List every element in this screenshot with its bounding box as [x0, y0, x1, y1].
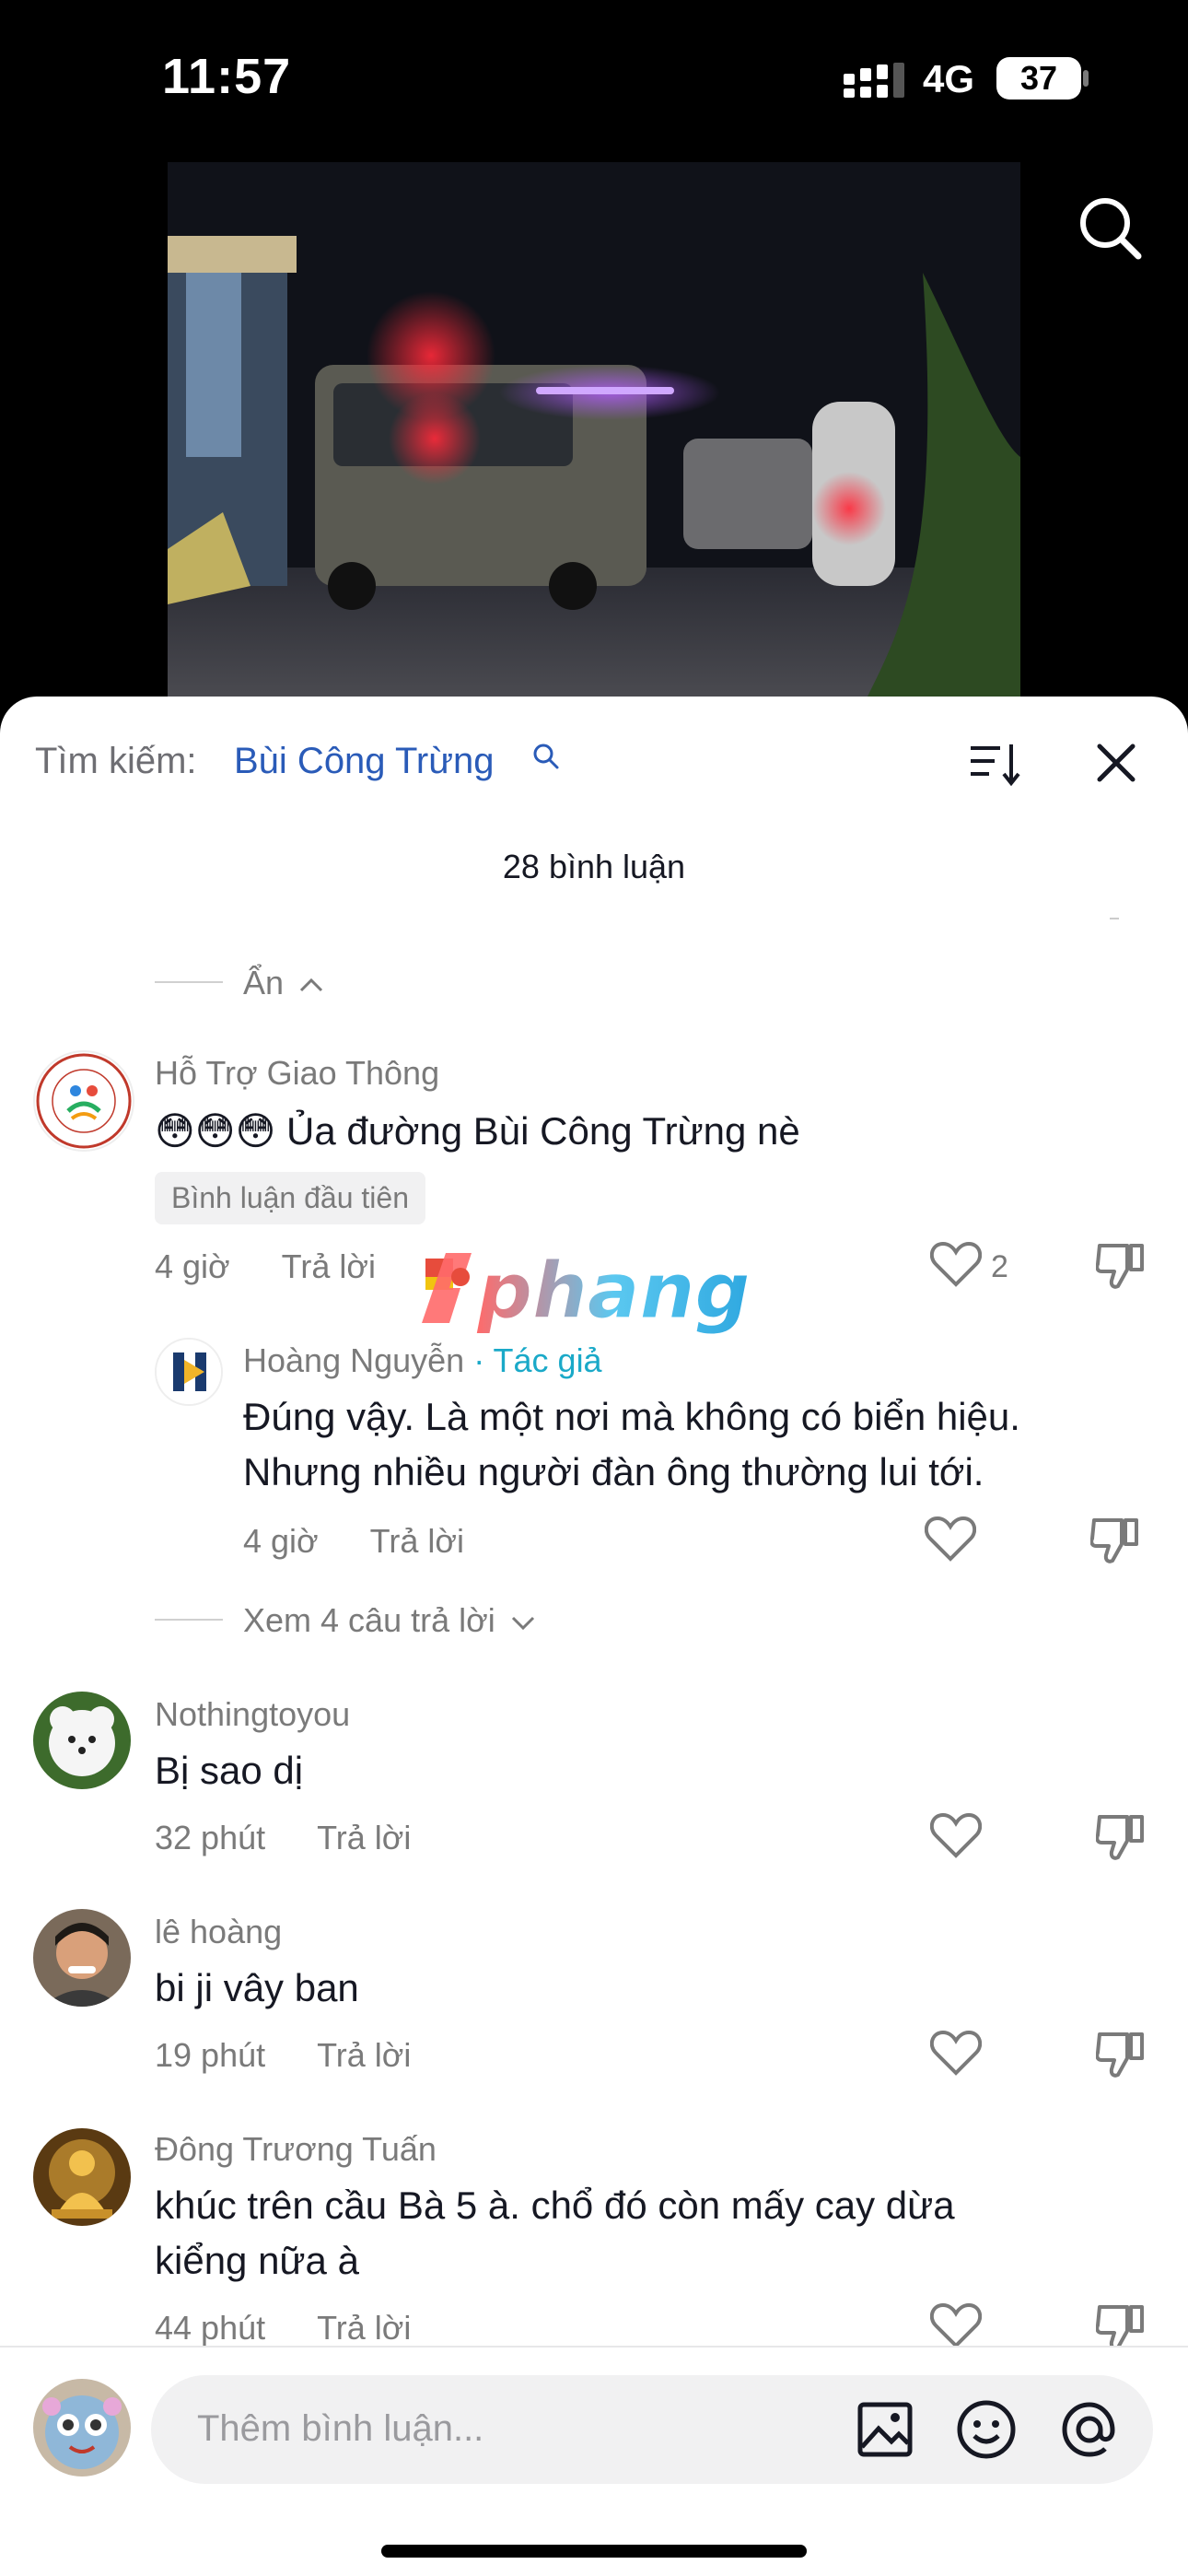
emoji-icon[interactable]	[956, 2399, 1017, 2460]
dislike-icon[interactable]	[1090, 1515, 1140, 1566]
heart-icon[interactable]	[925, 1515, 976, 1563]
dislike-icon[interactable]	[1096, 2029, 1146, 2080]
reply-button[interactable]: Trả lời	[370, 1522, 464, 1560]
comment-text-line-2: kiểng nữa à	[155, 2239, 359, 2282]
username[interactable]: Hỗ Trợ Giao Thông	[155, 1054, 439, 1093]
comment-input[interactable]: Thêm bình luận...	[151, 2375, 1153, 2484]
home-indicator[interactable]	[381, 2545, 807, 2558]
username[interactable]: Nothingtoyou	[155, 1695, 350, 1734]
comment-time: 19 phút	[155, 2036, 266, 2074]
watermark-text: phang	[476, 1246, 751, 1336]
avatar[interactable]	[33, 1692, 131, 1789]
divider	[1110, 918, 1119, 919]
search-icon[interactable]	[1077, 195, 1144, 262]
comments-sheet: Tìm kiếm: Bùi Công Trừng 28 bình luận Ẩn	[0, 697, 1188, 2576]
comment-meta: 4 giờ Trả lời	[243, 1522, 464, 1561]
mention-icon[interactable]	[1059, 2399, 1120, 2460]
dislike-icon[interactable]	[1096, 1240, 1146, 1292]
comment-time: 4 giờ	[243, 1522, 319, 1560]
search-term-link[interactable]: Bùi Công Trừng	[234, 741, 494, 782]
chevron-up-icon	[300, 978, 323, 992]
buddha-avatar-icon	[33, 2128, 131, 2226]
divider-line	[155, 981, 223, 983]
reply-button[interactable]: Trả lời	[317, 2036, 411, 2074]
avatar[interactable]	[33, 1050, 134, 1152]
image-icon[interactable]	[856, 2401, 914, 2458]
video-frame	[168, 162, 1020, 697]
view-replies-button[interactable]: Xem 4 câu trả lời	[243, 1601, 536, 1640]
dislike-icon[interactable]	[1096, 1811, 1146, 1863]
heart-icon[interactable]	[930, 2301, 982, 2349]
comment-meta: 32 phút Trả lời	[155, 1819, 411, 1857]
status-bar: 11:57 4G 37	[0, 0, 1188, 157]
view-replies-label: Xem 4 câu trả lời	[243, 1601, 495, 1639]
search-prefix: Tìm kiếm:	[35, 741, 197, 781]
battery-tip	[1083, 70, 1089, 87]
sort-icon[interactable]	[969, 741, 1020, 787]
search-mini-icon[interactable]	[532, 743, 560, 770]
battery-icon: 37	[996, 57, 1081, 100]
dog-avatar-icon	[33, 1692, 131, 1789]
my-avatar[interactable]	[33, 2379, 131, 2476]
hide-label: Ẩn	[243, 964, 285, 1001]
comment-text: 😳😳😳 Ủa đường Bùi Công Trừng nè	[155, 1109, 800, 1153]
comment-count: 28 bình luận	[502, 848, 686, 885]
author-avatar-icon	[157, 1340, 221, 1404]
chevron-down-icon	[511, 1617, 534, 1631]
username[interactable]: lê hoàng	[155, 1913, 282, 1951]
avatar[interactable]	[33, 1909, 131, 2007]
comment-text-line-1: khúc trên cầu Bà 5 à. chổ đó còn mấy cay…	[155, 2184, 955, 2227]
cellular-signal-icon	[844, 63, 904, 98]
network-type: 4G	[923, 57, 975, 100]
comment-input-bar: Thêm bình luận...	[0, 2346, 1188, 2576]
heart-icon[interactable]	[930, 1811, 982, 1859]
comment-text-line-2: Nhưng nhiều người đàn ông thường lui tới…	[243, 1450, 984, 1493]
heart-icon[interactable]	[930, 1240, 982, 1288]
traffic-logo-icon	[36, 1053, 132, 1149]
comment-meta: 4 giờ Trả lời	[155, 1247, 376, 1286]
comment-time: 44 phút	[155, 2309, 266, 2347]
divider-line	[155, 1619, 223, 1621]
comment-text-line-1: Đúng vậy. Là một nơi mà không có biển hi…	[243, 1395, 1020, 1438]
author-tag: · Tác giả	[473, 1341, 602, 1379]
sheet-header: Tìm kiếm: Bùi Công Trừng	[0, 697, 1188, 789]
close-icon[interactable]	[1096, 743, 1136, 783]
video-player[interactable]	[168, 162, 1020, 697]
username-text[interactable]: Hoàng Nguyễn	[243, 1341, 464, 1379]
username[interactable]: Đông Trương Tuấn	[155, 2130, 437, 2169]
reply-button[interactable]: Trả lời	[282, 1247, 376, 1285]
monster-avatar-icon	[33, 2379, 131, 2476]
hide-replies-button[interactable]: Ẩn	[243, 964, 324, 1002]
like-count: 2	[991, 1249, 1008, 1284]
first-comment-badge: Bình luận đầu tiên	[155, 1172, 425, 1224]
comment-time: 4 giờ	[155, 1247, 230, 1285]
comment-meta: 44 phút Trả lời	[155, 2309, 411, 2348]
person-avatar-icon	[33, 1909, 131, 2007]
comment-placeholder: Thêm bình luận...	[197, 2408, 484, 2449]
watermark-logo: phang	[422, 1246, 751, 1337]
reply-button[interactable]: Trả lời	[317, 2309, 411, 2347]
reply-button[interactable]: Trả lời	[317, 1819, 411, 1856]
clock: 11:57	[162, 49, 292, 104]
username: Hoàng Nguyễn · Tác giả	[243, 1341, 602, 1380]
comment-text: Bị sao dị	[155, 1749, 304, 1792]
avatar[interactable]	[33, 2128, 131, 2226]
heart-icon[interactable]	[930, 2029, 982, 2077]
avatar[interactable]	[155, 1338, 223, 1406]
comment-meta: 19 phút Trả lời	[155, 2036, 411, 2075]
comment-time: 32 phút	[155, 1819, 266, 1856]
comment-text: bi ji vây ban	[155, 1966, 359, 2009]
